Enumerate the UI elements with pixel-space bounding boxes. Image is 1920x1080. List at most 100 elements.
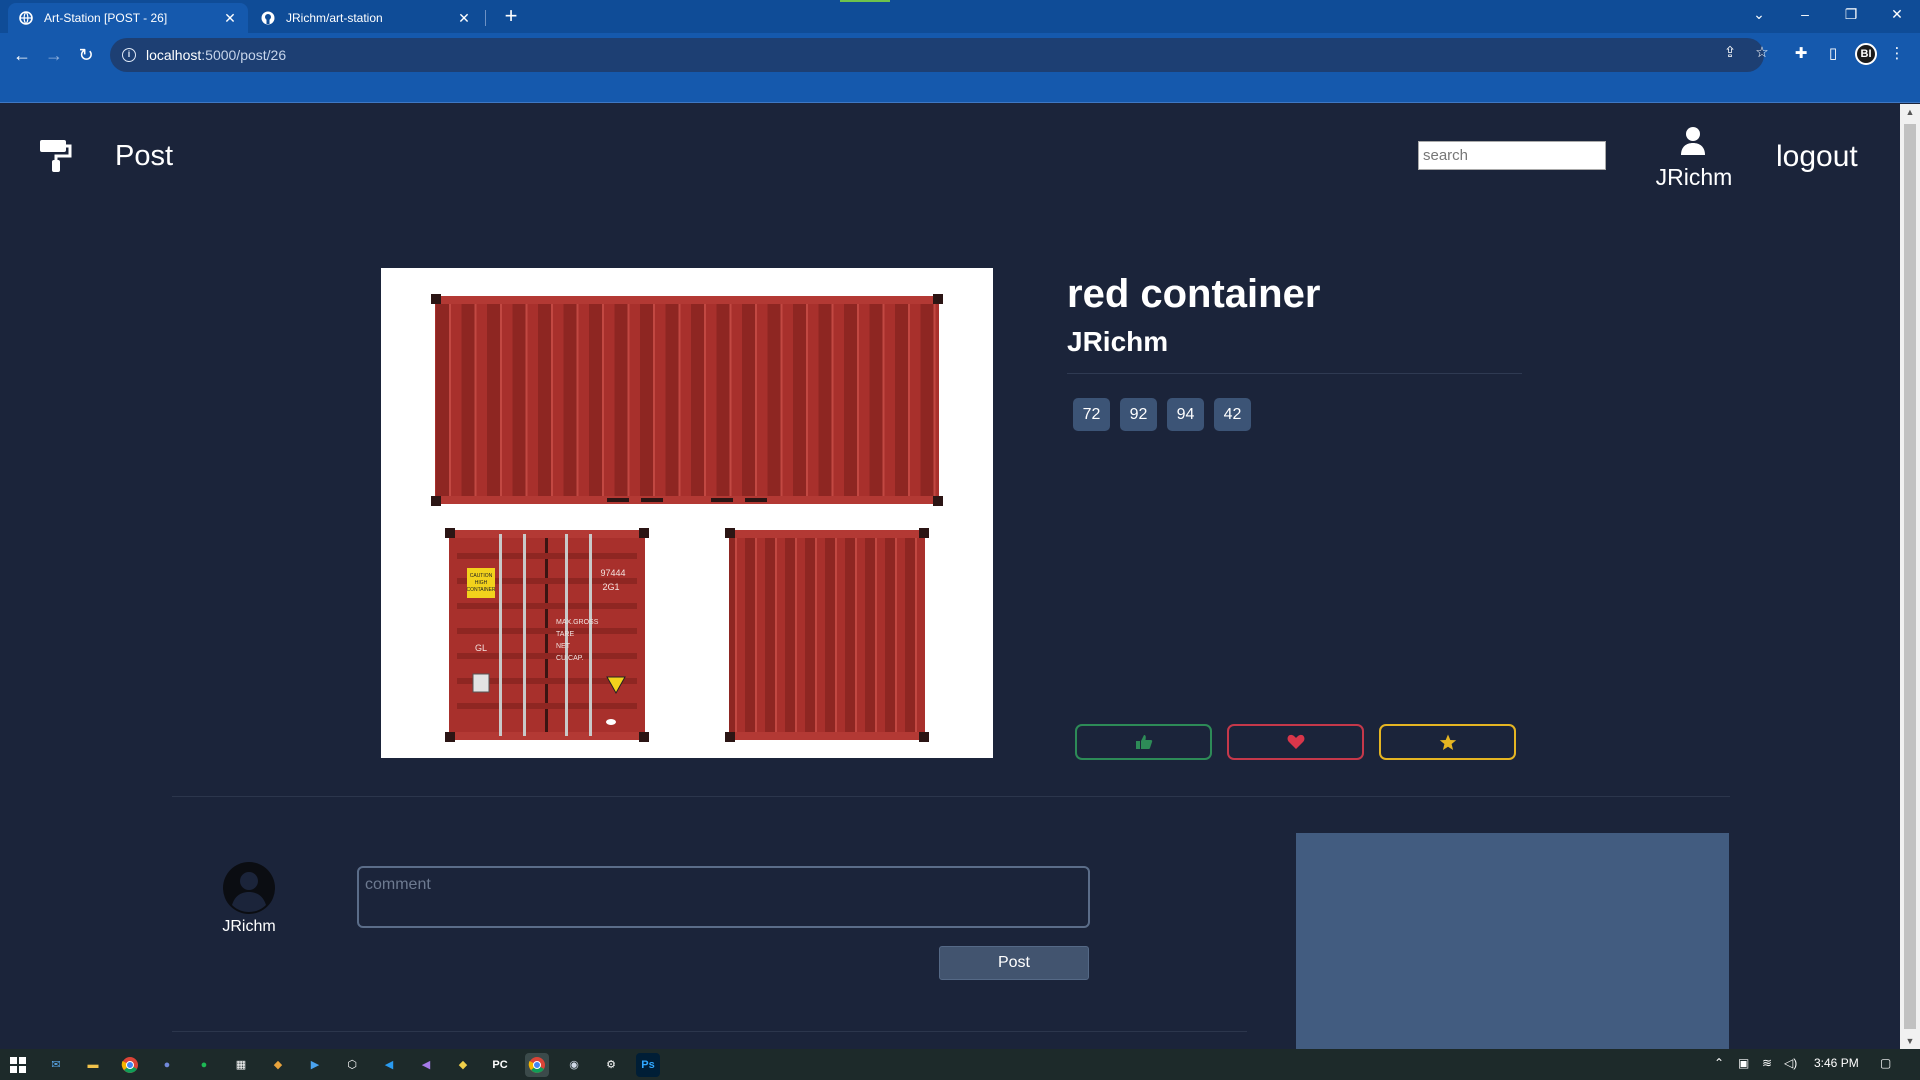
new-tab-button[interactable]: + (498, 5, 524, 29)
tag-badge[interactable]: 72 (1073, 398, 1110, 431)
extensions-icon[interactable]: ✚ (1790, 43, 1812, 65)
avatar (223, 862, 275, 914)
header-username[interactable]: JRichm (1650, 164, 1738, 191)
star-icon (1439, 734, 1456, 750)
app-icon[interactable]: ▦ (229, 1053, 253, 1077)
scroll-up-icon[interactable]: ▲ (1900, 104, 1920, 120)
red-container-artwork: CAUTION HIGH CONTAINER 97444 2G1 GL MAX.… (431, 294, 943, 742)
page-content: Post JRichm logout (0, 104, 1900, 1049)
app-icon[interactable]: ⬡ (340, 1053, 364, 1077)
close-window-button[interactable]: ✕ (1874, 0, 1920, 30)
tab-separator (485, 10, 486, 26)
url-host: localhost (146, 47, 202, 63)
mail-icon[interactable]: ✉ (44, 1053, 68, 1077)
container-side-view (431, 294, 943, 506)
tag-badge[interactable]: 92 (1120, 398, 1157, 431)
svg-text:CAUTION: CAUTION (470, 573, 493, 579)
scroll-down-icon[interactable]: ▼ (1900, 1033, 1920, 1049)
post-info-divider (1067, 373, 1522, 374)
scrollbar-thumb[interactable] (1904, 124, 1916, 1029)
tab-title: Art-Station [POST - 26] (44, 11, 168, 25)
comment-input[interactable] (357, 866, 1090, 928)
svg-text:CONTAINER: CONTAINER (466, 587, 495, 593)
windows-start-icon[interactable] (6, 1053, 30, 1077)
address-bar[interactable]: i localhost:5000/post/26 (110, 38, 1764, 72)
steam-icon[interactable]: ◉ (562, 1053, 586, 1077)
container-type-label: 2G1 (602, 582, 619, 592)
tab-title: JRichm/art-station (286, 11, 383, 25)
paint-roller-logo-icon[interactable] (38, 138, 74, 174)
side-panel (1296, 833, 1729, 1049)
forward-icon[interactable]: → (40, 41, 68, 69)
comment-divider (172, 1031, 1247, 1032)
browser-toolbar: ← → ↻ i localhost:5000/post/26 ⇪ ☆ ✚ ▯ B… (0, 33, 1920, 103)
like-button[interactable] (1075, 724, 1212, 760)
tab-art-station[interactable]: Art-Station [POST - 26] ✕ (8, 3, 248, 33)
tag-badge[interactable]: 42 (1214, 398, 1251, 431)
browser-menu-icon[interactable]: ⋮ (1886, 43, 1908, 65)
search-input[interactable] (1418, 141, 1606, 170)
post-image: CAUTION HIGH CONTAINER 97444 2G1 GL MAX.… (381, 268, 993, 758)
side-panel-icon[interactable]: ▯ (1822, 43, 1844, 65)
volume-icon[interactable]: ◁) (1784, 1056, 1797, 1070)
share-icon[interactable]: ⇪ (1720, 43, 1740, 63)
settings-gear-icon[interactable]: ⚙ (599, 1053, 623, 1077)
page-scrollbar[interactable]: ▲ ▼ (1900, 104, 1920, 1049)
container-code-label: 97444 (600, 568, 625, 578)
minimize-button[interactable]: – (1782, 0, 1828, 30)
chrome-icon[interactable] (118, 1053, 142, 1077)
windows-taskbar: ✉ ▬ ● ● ▦ ◆ ▶ ⬡ ◀ ◀ ◆ PC ◉ ⚙ Ps ⌃ ▣ ≋ ◁)… (0, 1049, 1920, 1080)
browser-tab-bar: Art-Station [POST - 26] ✕ JRichm/art-sta… (0, 0, 1920, 33)
tag-list: 72 92 94 42 (1073, 398, 1251, 431)
post-author[interactable]: JRichm (1067, 326, 1168, 358)
site-info-icon[interactable]: i (122, 48, 136, 62)
svg-text:CU.CAP.: CU.CAP. (556, 655, 584, 662)
heart-icon (1287, 734, 1304, 749)
notifications-icon[interactable]: ▢ (1880, 1056, 1891, 1070)
discord-icon[interactable]: ● (155, 1053, 179, 1077)
favorite-button[interactable] (1227, 724, 1364, 760)
reload-icon[interactable]: ↻ (72, 41, 100, 69)
tag-badge[interactable]: 94 (1167, 398, 1204, 431)
visual-studio-icon[interactable]: ◀ (414, 1053, 438, 1077)
logout-link[interactable]: logout (1776, 140, 1858, 174)
svg-text:HIGH: HIGH (475, 580, 488, 586)
user-icon[interactable] (1680, 126, 1706, 156)
github-icon (260, 10, 276, 26)
file-explorer-icon[interactable]: ▬ (81, 1053, 105, 1077)
star-button[interactable] (1379, 724, 1516, 760)
loading-indicator (840, 0, 890, 2)
url-path: :5000/post/26 (201, 47, 287, 63)
globe-icon (18, 10, 34, 26)
spotify-icon[interactable]: ● (192, 1053, 216, 1077)
post-comment-button[interactable]: Post (939, 946, 1089, 980)
bookmark-star-icon[interactable]: ☆ (1752, 43, 1772, 63)
post-title: red container (1067, 272, 1321, 316)
svg-text:MAX.GROSS: MAX.GROSS (556, 619, 599, 626)
svg-text:TARE: TARE (556, 631, 574, 638)
profile-avatar[interactable]: BI (1855, 43, 1877, 65)
chrome-active-icon[interactable] (525, 1053, 549, 1077)
close-tab-icon[interactable]: ✕ (456, 10, 472, 27)
close-tab-icon[interactable]: ✕ (222, 10, 238, 27)
clock-time[interactable]: 3:46 PM (1814, 1056, 1859, 1070)
wifi-icon[interactable]: ≋ (1762, 1056, 1772, 1070)
tab-github[interactable]: JRichm/art-station ✕ (250, 3, 482, 33)
app-icon[interactable]: ◆ (451, 1053, 475, 1077)
tray-device-icon[interactable]: ▣ (1738, 1056, 1749, 1070)
photoshop-icon[interactable]: Ps (636, 1053, 660, 1077)
thumbs-up-icon (1135, 735, 1152, 749)
app-icon[interactable]: ◆ (266, 1053, 290, 1077)
back-icon[interactable]: ← (8, 41, 36, 69)
container-front-view (725, 528, 929, 742)
restore-button[interactable]: ❐ (1828, 0, 1874, 30)
page-title: Post (115, 140, 174, 172)
container-door-view: CAUTION HIGH CONTAINER 97444 2G1 GL MAX.… (445, 528, 649, 742)
svg-text:NET: NET (556, 643, 571, 650)
tab-search-icon[interactable]: ⌄ (1736, 0, 1782, 30)
tray-chevron-icon[interactable]: ⌃ (1714, 1056, 1724, 1070)
pycharm-icon[interactable]: PC (488, 1053, 512, 1077)
comment-username: JRichm (222, 918, 276, 935)
vscode-icon[interactable]: ◀ (377, 1053, 401, 1077)
app-icon[interactable]: ▶ (303, 1053, 327, 1077)
